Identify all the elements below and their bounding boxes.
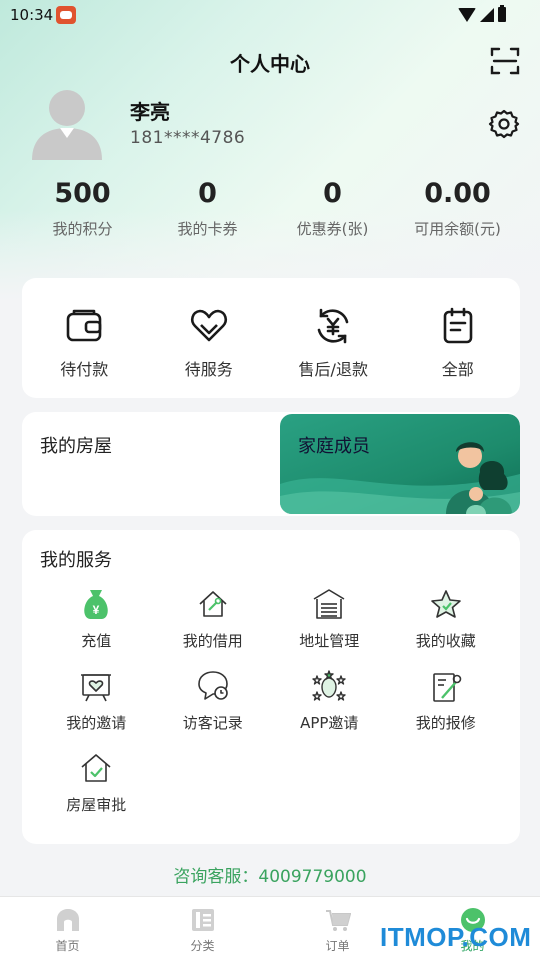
order-label: 待付款 (60, 360, 109, 379)
order-label: 全部 (441, 360, 474, 379)
wifi-icon (458, 7, 476, 22)
chat-clock-icon (197, 671, 228, 700)
service-label: 我的借用 (182, 632, 243, 650)
status-time: 10:34 (10, 6, 54, 24)
service-address[interactable]: 地址管理 (271, 586, 388, 654)
signal-icon (480, 7, 494, 22)
service-recharge[interactable]: ¥ 充值 (38, 586, 155, 654)
status-bar: 10:34 (0, 0, 540, 32)
service-label: 我的收藏 (415, 632, 476, 650)
service-favorites[interactable]: 我的收藏 (388, 586, 505, 654)
service-label: APP邀请 (300, 714, 359, 732)
stat-value: 0.00 (424, 178, 491, 209)
family-illustration (280, 442, 520, 514)
order-all[interactable]: 全部 (396, 278, 521, 398)
house-tools-icon (199, 591, 227, 617)
service-label: 房屋审批 (66, 796, 127, 814)
category-icon (191, 909, 214, 931)
service-label: 访客记录 (182, 714, 243, 732)
star-icon (430, 590, 461, 618)
house-check-icon (81, 754, 111, 782)
order-label: 售后/退款 (298, 360, 368, 379)
my-house-label: 我的房屋 (40, 436, 112, 457)
service-label: 地址管理 (299, 632, 360, 650)
battery-icon (498, 5, 506, 22)
cart-icon (325, 910, 351, 931)
watermark: ITMOP.COM (380, 922, 532, 952)
order-after-sales[interactable]: 售后/退款 (271, 278, 396, 398)
service-borrow[interactable]: 我的借用 (155, 586, 272, 654)
heart-icon (190, 309, 227, 342)
garage-icon (313, 589, 345, 619)
services-grid: ¥ 充值 我的借用 地址管理 我的收藏 我的邀请 访客记录 APP邀请 我的报修… (38, 586, 504, 818)
stat-label: 优惠券(张) (296, 220, 369, 238)
money-bag-icon: ¥ (84, 590, 108, 619)
app-notification-icon (56, 6, 76, 24)
services-title: 我的服务 (40, 550, 112, 571)
service-label: 充值 (81, 632, 112, 650)
service-invitations[interactable]: 我的邀请 (38, 668, 155, 736)
tab-category[interactable]: 分类 (135, 897, 270, 960)
gear-icon[interactable] (488, 108, 520, 140)
tab-home[interactable]: 首页 (0, 897, 135, 960)
user-phone: 181****4786 (130, 128, 246, 148)
my-services-card: 我的服务 ¥ 充值 我的借用 地址管理 我的收藏 我的邀请 访客记录 APP邀请… (22, 530, 520, 844)
service-house-approval[interactable]: 房屋审批 (38, 750, 155, 818)
service-label: 我的报修 (415, 714, 476, 732)
my-house-card[interactable]: 我的房屋 家庭成员 (22, 412, 520, 516)
order-pending-service[interactable]: 待服务 (147, 278, 272, 398)
sparkle-icon (312, 670, 346, 701)
order-shortcuts: 待付款 待服务 售后/退款 全部 (22, 278, 520, 398)
page-title: 个人中心 (230, 52, 310, 76)
user-name: 李亮 (130, 100, 170, 124)
customer-service-hotline[interactable]: 咨询客服：4009779000 (0, 862, 540, 887)
stat-label: 可用余额(元) (414, 220, 501, 238)
refund-icon (317, 308, 349, 344)
tab-label: 首页 (55, 939, 80, 953)
tab-label: 分类 (190, 939, 215, 953)
stat-balance[interactable]: 0.00 可用余额(元) (395, 178, 520, 242)
invite-board-icon (81, 674, 112, 702)
system-icons (458, 5, 506, 22)
order-pending-payment[interactable]: 待付款 (22, 278, 147, 398)
stat-value: 500 (54, 178, 111, 209)
home-icon (56, 909, 79, 931)
family-members-label: 家庭成员 (298, 436, 370, 457)
wallet-icon (66, 309, 102, 342)
stat-label: 我的积分 (52, 220, 113, 238)
repair-icon (432, 673, 462, 702)
account-stats: 500 我的积分 0 我的卡券 0 优惠券(张) 0.00 可用余额(元) (20, 178, 520, 242)
svg-text:¥: ¥ (93, 603, 100, 617)
clipboard-icon (443, 307, 473, 344)
stat-value: 0 (323, 178, 342, 209)
stat-label: 我的卡券 (177, 220, 238, 238)
stat-coupons[interactable]: 0 优惠券(张) (270, 178, 395, 242)
avatar[interactable] (30, 86, 104, 160)
order-label: 待服务 (184, 360, 233, 379)
service-repair[interactable]: 我的报修 (388, 668, 505, 736)
service-label: 我的邀请 (66, 714, 127, 732)
stat-points[interactable]: 500 我的积分 (20, 178, 145, 242)
service-app-invite[interactable]: APP邀请 (271, 668, 388, 736)
family-members-banner[interactable]: 家庭成员 (280, 414, 520, 514)
scan-icon[interactable] (490, 46, 520, 76)
stat-cards[interactable]: 0 我的卡券 (145, 178, 270, 242)
tab-label: 订单 (325, 939, 350, 953)
service-visitor-log[interactable]: 访客记录 (155, 668, 272, 736)
stat-value: 0 (198, 178, 217, 209)
